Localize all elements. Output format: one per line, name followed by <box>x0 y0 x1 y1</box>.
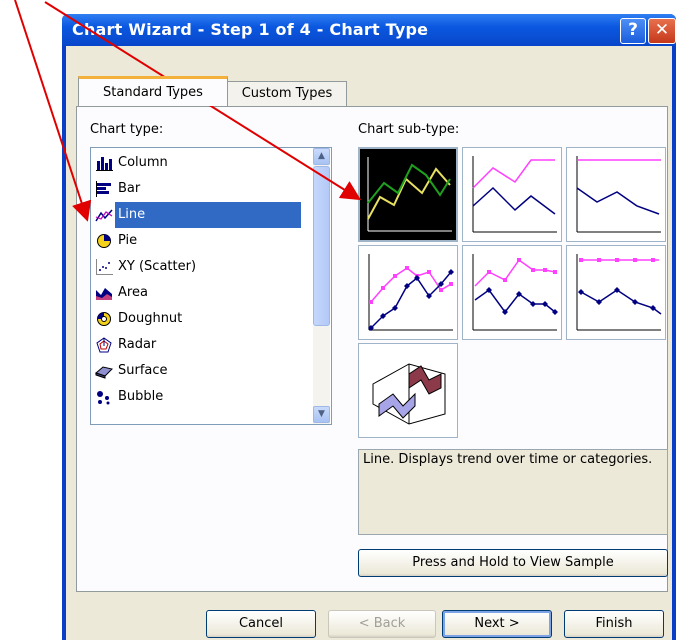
subtype-stacked-line[interactable] <box>462 147 562 242</box>
scroll-down-button[interactable]: ▼ <box>313 406 330 423</box>
chart-type-label: Chart type: <box>90 122 164 137</box>
list-item-label: Area <box>118 285 148 300</box>
tab-panel: Chart type: Chart sub-type: Column Bar L… <box>76 106 668 592</box>
bubble-chart-icon <box>97 391 110 405</box>
pie-chart-icon <box>97 234 111 248</box>
list-item-line[interactable]: Line <box>93 202 303 228</box>
subtype-100-stacked-line[interactable] <box>566 147 666 242</box>
finish-button[interactable]: Finish <box>564 610 664 638</box>
list-item-xy-scatter[interactable]: XY (Scatter) <box>93 254 303 280</box>
view-sample-button[interactable]: Press and Hold to View Sample <box>358 549 668 577</box>
list-item-surface[interactable]: Surface <box>93 358 303 384</box>
radar-chart-icon <box>96 337 112 353</box>
list-item-label: Radar <box>118 337 157 352</box>
list-item-bar[interactable]: Bar <box>93 176 303 202</box>
chart-wizard-dialog: Chart Wizard - Step 1 of 4 - Chart Type … <box>62 14 676 640</box>
list-item-label: Bubble <box>118 389 164 404</box>
tab-custom-types[interactable]: Custom Types <box>227 81 347 106</box>
title-bar[interactable]: Chart Wizard - Step 1 of 4 - Chart Type … <box>62 14 676 46</box>
list-item-label: Surface <box>118 363 168 378</box>
line-chart-icon <box>95 209 113 222</box>
tab-standard-types[interactable]: Standard Types <box>78 76 228 106</box>
subtype-3d-line[interactable] <box>358 343 458 438</box>
area-chart-icon <box>96 288 112 300</box>
cancel-button[interactable]: Cancel <box>206 610 316 638</box>
chart-type-list[interactable]: Column Bar Line Pie XY (Scatter) Area Do… <box>90 147 332 425</box>
chart-description: Line. Displays trend over time or catego… <box>358 449 668 535</box>
list-item-doughnut[interactable]: Doughnut <box>93 306 303 332</box>
list-item-label: Bar <box>118 181 141 196</box>
list-item-label: Doughnut <box>118 311 183 326</box>
subtype-line-with-markers[interactable] <box>358 245 458 340</box>
subtype-line-selected[interactable] <box>358 147 458 242</box>
back-button: < Back <box>328 610 436 638</box>
window-title: Chart Wizard - Step 1 of 4 - Chart Type <box>72 20 429 39</box>
list-item-label: XY (Scatter) <box>118 259 197 274</box>
list-item-pie[interactable]: Pie <box>93 228 303 254</box>
close-button[interactable]: ✕ <box>648 18 676 44</box>
chart-subtype-label: Chart sub-type: <box>358 122 460 137</box>
subtype-100-stacked-line-with-markers[interactable] <box>566 245 666 340</box>
doughnut-chart-icon <box>97 312 111 326</box>
list-item-label: Pie <box>118 233 138 248</box>
list-item-bubble[interactable]: Bubble <box>93 384 303 410</box>
scroll-thumb[interactable] <box>313 166 330 326</box>
list-item-label: Line <box>115 202 301 228</box>
next-button[interactable]: Next > <box>442 610 552 638</box>
dialog-body: Standard Types Custom Types Chart type: … <box>66 46 672 640</box>
chart-type-scrollbar[interactable]: ▲ ▼ <box>313 148 330 424</box>
subtype-stacked-line-with-markers[interactable] <box>462 245 562 340</box>
surface-chart-icon <box>95 366 113 379</box>
scatter-chart-icon <box>96 259 113 275</box>
column-chart-icon <box>96 157 113 171</box>
list-item-label: Column <box>118 155 168 170</box>
list-item-column[interactable]: Column <box>93 150 303 176</box>
list-item-radar[interactable]: Radar <box>93 332 303 358</box>
help-button[interactable]: ? <box>620 18 646 44</box>
bar-chart-icon <box>96 181 111 197</box>
list-item-area[interactable]: Area <box>93 280 303 306</box>
scroll-up-button[interactable]: ▲ <box>313 148 330 165</box>
